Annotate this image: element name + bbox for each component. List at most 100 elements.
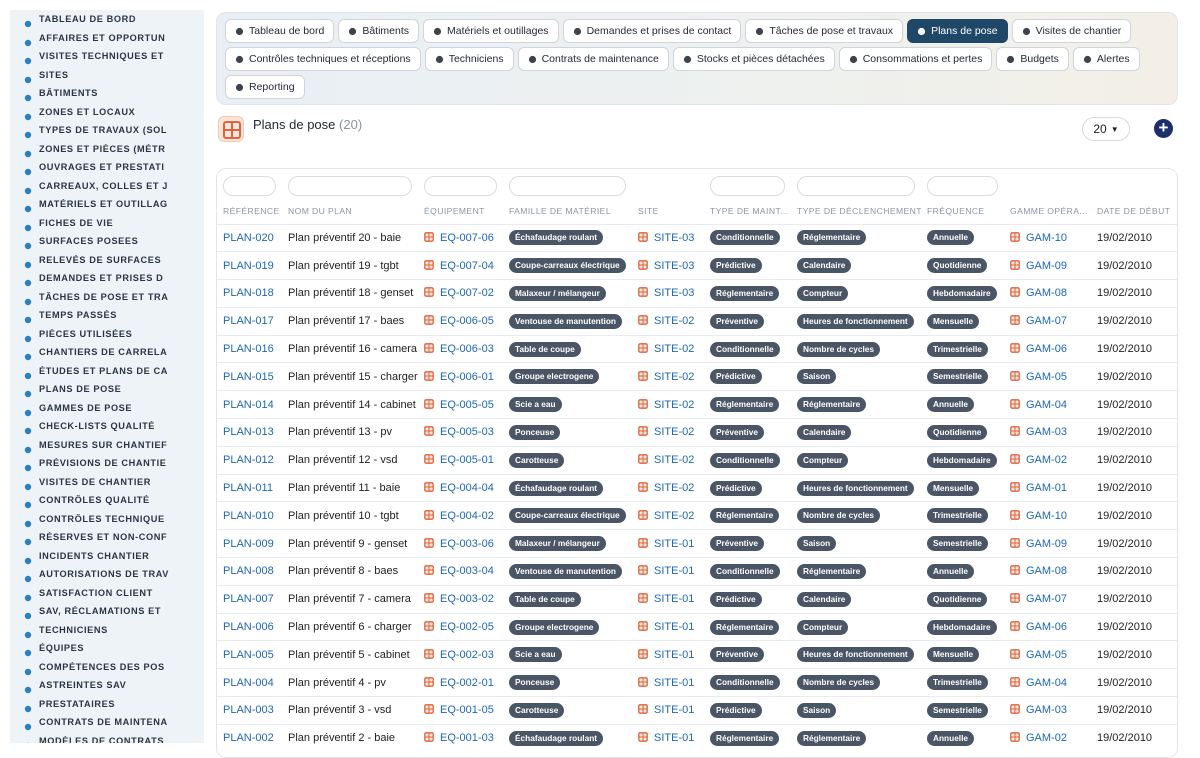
record-link[interactable]: EQ-002-01	[440, 677, 494, 689]
column-header[interactable]: FAMILLE DE MATÉRIEL	[503, 199, 632, 224]
sidebar-item[interactable]: RÉSERVES ET NON-CONF	[10, 528, 204, 547]
tab[interactable]: Stocks et pièces détachées	[673, 47, 835, 71]
table-row[interactable]: PLAN-011Plan préventif 11 - baieEQ-004-0…	[217, 474, 1178, 502]
record-link[interactable]: EQ-007-02	[440, 287, 494, 299]
record-link[interactable]: SITE-01	[654, 649, 694, 661]
sidebar-item[interactable]: PRESTATAIRES	[10, 695, 204, 714]
table-row[interactable]: PLAN-006Plan préventif 6 - chargerEQ-002…	[217, 613, 1178, 641]
sidebar-item[interactable]: CONTRATS DE MAINTENA	[10, 713, 204, 732]
per-page-select[interactable]: 20 ▼	[1082, 117, 1130, 141]
record-link[interactable]: PLAN-005	[223, 649, 274, 661]
record-link[interactable]: EQ-007-06	[440, 232, 494, 244]
record-link[interactable]: PLAN-008	[223, 565, 274, 577]
tab[interactable]: Bâtiments	[338, 19, 419, 43]
record-link[interactable]: EQ-007-04	[440, 260, 494, 272]
column-filter-input[interactable]	[927, 176, 998, 196]
record-link[interactable]: PLAN-013	[223, 426, 274, 438]
sidebar-item[interactable]: CONTRÔLES QUALITÉ	[10, 491, 204, 510]
record-link[interactable]: GAM-05	[1026, 649, 1067, 661]
record-link[interactable]: PLAN-007	[223, 593, 274, 605]
record-link[interactable]: SITE-01	[654, 621, 694, 633]
record-link[interactable]: PLAN-006	[223, 621, 274, 633]
sidebar-item[interactable]: MODÈLES DE CONTRATS	[10, 732, 204, 744]
sidebar-item[interactable]: TECHNICIENS	[10, 621, 204, 640]
column-header[interactable]: FRÉQUENCE	[921, 199, 1004, 224]
sidebar-item[interactable]: CHANTIERS DE CARRELA	[10, 343, 204, 362]
record-link[interactable]: GAM-08	[1026, 287, 1067, 299]
table-row[interactable]: PLAN-008Plan préventif 8 - baesEQ-003-04…	[217, 558, 1178, 586]
record-link[interactable]: EQ-003-04	[440, 565, 494, 577]
record-link[interactable]: GAM-10	[1026, 510, 1067, 522]
tab[interactable]: Contrats de maintenance	[518, 47, 669, 71]
column-header[interactable]: TYPE DE DÉCLENCHEMENT	[791, 199, 921, 224]
tab[interactable]: Visites de chantier	[1012, 19, 1132, 43]
sidebar-item[interactable]: ASTREINTES SAV	[10, 676, 204, 695]
sidebar-item[interactable]: AFFAIRES ET OPPORTUN	[10, 29, 204, 48]
column-header[interactable]: TYPE DE MAINT...	[704, 199, 791, 224]
table-row[interactable]: PLAN-020Plan préventif 20 - baieEQ-007-0…	[217, 224, 1178, 252]
tab[interactable]: Matériels et outillages	[423, 19, 559, 43]
record-link[interactable]: SITE-01	[654, 704, 694, 716]
record-link[interactable]: SITE-01	[654, 677, 694, 689]
record-link[interactable]: PLAN-019	[223, 260, 274, 272]
record-link[interactable]: SITE-02	[654, 399, 694, 411]
record-link[interactable]: EQ-006-05	[440, 315, 494, 327]
record-link[interactable]: EQ-006-01	[440, 371, 494, 383]
record-link[interactable]: SITE-02	[654, 343, 694, 355]
record-link[interactable]: GAM-10	[1026, 232, 1067, 244]
record-link[interactable]: EQ-002-03	[440, 649, 494, 661]
sidebar-item[interactable]: VISITES TECHNIQUES ET	[10, 47, 204, 66]
record-link[interactable]: GAM-02	[1026, 454, 1067, 466]
sidebar-item[interactable]: FICHES DE VIE	[10, 214, 204, 233]
record-link[interactable]: GAM-07	[1026, 593, 1067, 605]
table-row[interactable]: PLAN-019Plan préventif 19 - tgbtEQ-007-0…	[217, 252, 1178, 280]
record-link[interactable]: EQ-003-02	[440, 593, 494, 605]
column-header[interactable]: ÉQUIPEMENT	[418, 199, 503, 224]
record-link[interactable]: PLAN-014	[223, 399, 274, 411]
record-link[interactable]: EQ-006-03	[440, 343, 494, 355]
record-link[interactable]: PLAN-017	[223, 315, 274, 327]
tab[interactable]: Consommations et pertes	[839, 47, 993, 71]
record-link[interactable]: PLAN-015	[223, 371, 274, 383]
table-row[interactable]: PLAN-015Plan préventif 15 - chargerEQ-00…	[217, 363, 1178, 391]
tab[interactable]: Reporting	[225, 75, 305, 99]
record-link[interactable]: EQ-005-03	[440, 426, 494, 438]
sidebar-item[interactable]: COMPÉTENCES DES POS	[10, 658, 204, 677]
record-link[interactable]: SITE-02	[654, 371, 694, 383]
sidebar-item[interactable]: PLANS DE POSE	[10, 380, 204, 399]
record-link[interactable]: EQ-004-02	[440, 510, 494, 522]
sidebar-item[interactable]: INCIDENTS CHANTIER	[10, 547, 204, 566]
record-link[interactable]: EQ-003-06	[440, 538, 494, 550]
tab[interactable]: Contrôles techniques et réceptions	[225, 47, 421, 71]
sidebar-item[interactable]: DEMANDES ET PRISES D	[10, 269, 204, 288]
record-link[interactable]: PLAN-004	[223, 677, 274, 689]
record-link[interactable]: PLAN-003	[223, 704, 274, 716]
record-link[interactable]: GAM-05	[1026, 371, 1067, 383]
column-header[interactable]: SITE	[632, 199, 704, 224]
record-link[interactable]: GAM-09	[1026, 538, 1067, 550]
record-link[interactable]: SITE-02	[654, 482, 694, 494]
record-link[interactable]: SITE-02	[654, 315, 694, 327]
record-link[interactable]: SITE-03	[654, 287, 694, 299]
sidebar-item[interactable]: CONTRÔLES TECHNIQUE	[10, 510, 204, 529]
record-link[interactable]: EQ-001-05	[440, 704, 494, 716]
record-link[interactable]: EQ-005-01	[440, 454, 494, 466]
sidebar-item[interactable]: SITES	[10, 66, 204, 85]
record-link[interactable]: GAM-06	[1026, 343, 1067, 355]
sidebar-item[interactable]: PIÈCES UTILISÉES	[10, 325, 204, 344]
tab[interactable]: Tâches de pose et travaux	[745, 19, 903, 43]
sidebar-item[interactable]: ZONES ET LOCAUX	[10, 103, 204, 122]
record-link[interactable]: GAM-01	[1026, 482, 1067, 494]
table-row[interactable]: PLAN-007Plan préventif 7 - cameraEQ-003-…	[217, 585, 1178, 613]
record-link[interactable]: SITE-03	[654, 232, 694, 244]
table-row[interactable]: PLAN-014Plan préventif 14 - cabinetEQ-00…	[217, 391, 1178, 419]
sidebar-item[interactable]: ÉQUIPES	[10, 639, 204, 658]
record-link[interactable]: PLAN-020	[223, 232, 274, 244]
sidebar-item[interactable]: ZONES ET PIÈCES (MÉTR	[10, 140, 204, 159]
sidebar-item[interactable]: TYPES DE TRAVAUX (SOL	[10, 121, 204, 140]
sidebar-item[interactable]: CARREAUX, COLLES ET J	[10, 177, 204, 196]
tab[interactable]: Budgets	[996, 47, 1069, 71]
sidebar-item[interactable]: SAV, RÉCLAMATIONS ET	[10, 602, 204, 621]
record-link[interactable]: GAM-04	[1026, 399, 1067, 411]
record-link[interactable]: SITE-02	[654, 454, 694, 466]
